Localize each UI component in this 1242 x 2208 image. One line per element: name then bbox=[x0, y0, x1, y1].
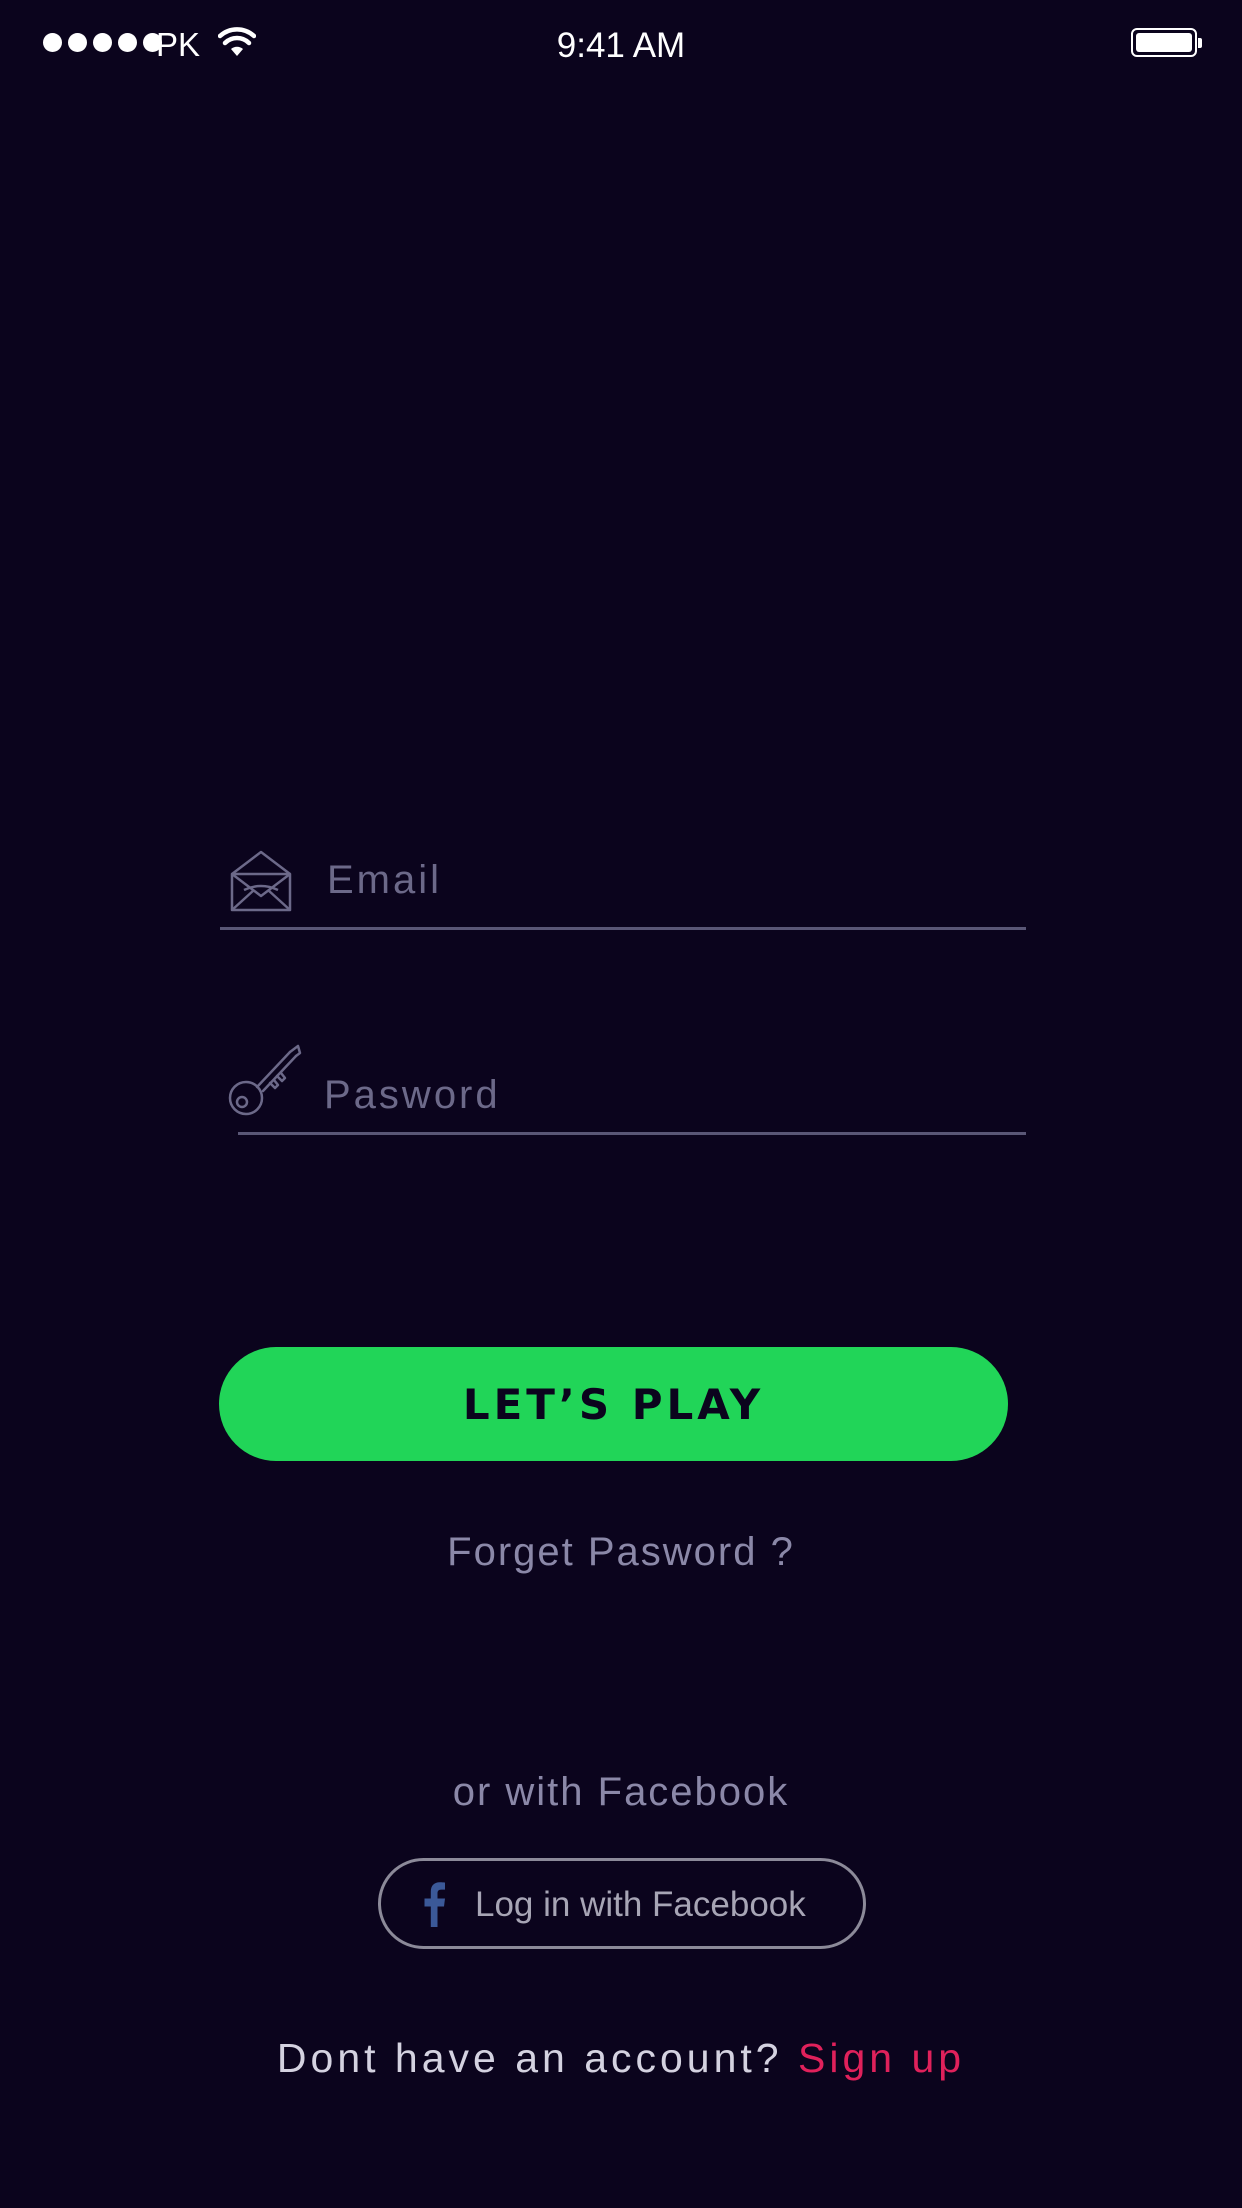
forgot-password-link[interactable]: Forget Pasword ? bbox=[0, 1530, 1242, 1575]
lets-play-label: LET’S PLAY bbox=[462, 1379, 765, 1429]
password-field bbox=[228, 1040, 1026, 1135]
signup-prompt-line: Dont have an account? Sign up bbox=[0, 2035, 1242, 2082]
signup-link[interactable]: Sign up bbox=[798, 2035, 965, 2081]
facebook-login-button[interactable]: Log in with Facebook bbox=[378, 1858, 866, 1949]
lets-play-button[interactable]: LET’S PLAY bbox=[219, 1347, 1008, 1461]
envelope-icon bbox=[230, 850, 292, 912]
login-screen: PK 9:41 AM Email LET’S PLAY Forget Paswo… bbox=[0, 0, 1242, 2208]
battery-level-fill bbox=[1136, 33, 1192, 52]
battery-cap bbox=[1198, 38, 1202, 48]
facebook-icon bbox=[424, 1882, 445, 1927]
password-underline bbox=[238, 1132, 1026, 1135]
status-time: 9:41 AM bbox=[556, 26, 686, 65]
battery-icon bbox=[1131, 28, 1197, 57]
email-input[interactable] bbox=[327, 855, 1017, 905]
password-input[interactable] bbox=[324, 1070, 1014, 1120]
signup-prompt-text: Dont have an account? bbox=[276, 2035, 783, 2081]
social-login-prompt: or with Facebook bbox=[452, 1770, 790, 1814]
status-bar: PK 9:41 AM bbox=[0, 0, 1242, 90]
facebook-login-label: Log in with Facebook bbox=[475, 1885, 806, 1924]
email-field bbox=[220, 845, 1026, 930]
email-underline bbox=[220, 927, 1026, 930]
key-icon bbox=[228, 1044, 302, 1116]
